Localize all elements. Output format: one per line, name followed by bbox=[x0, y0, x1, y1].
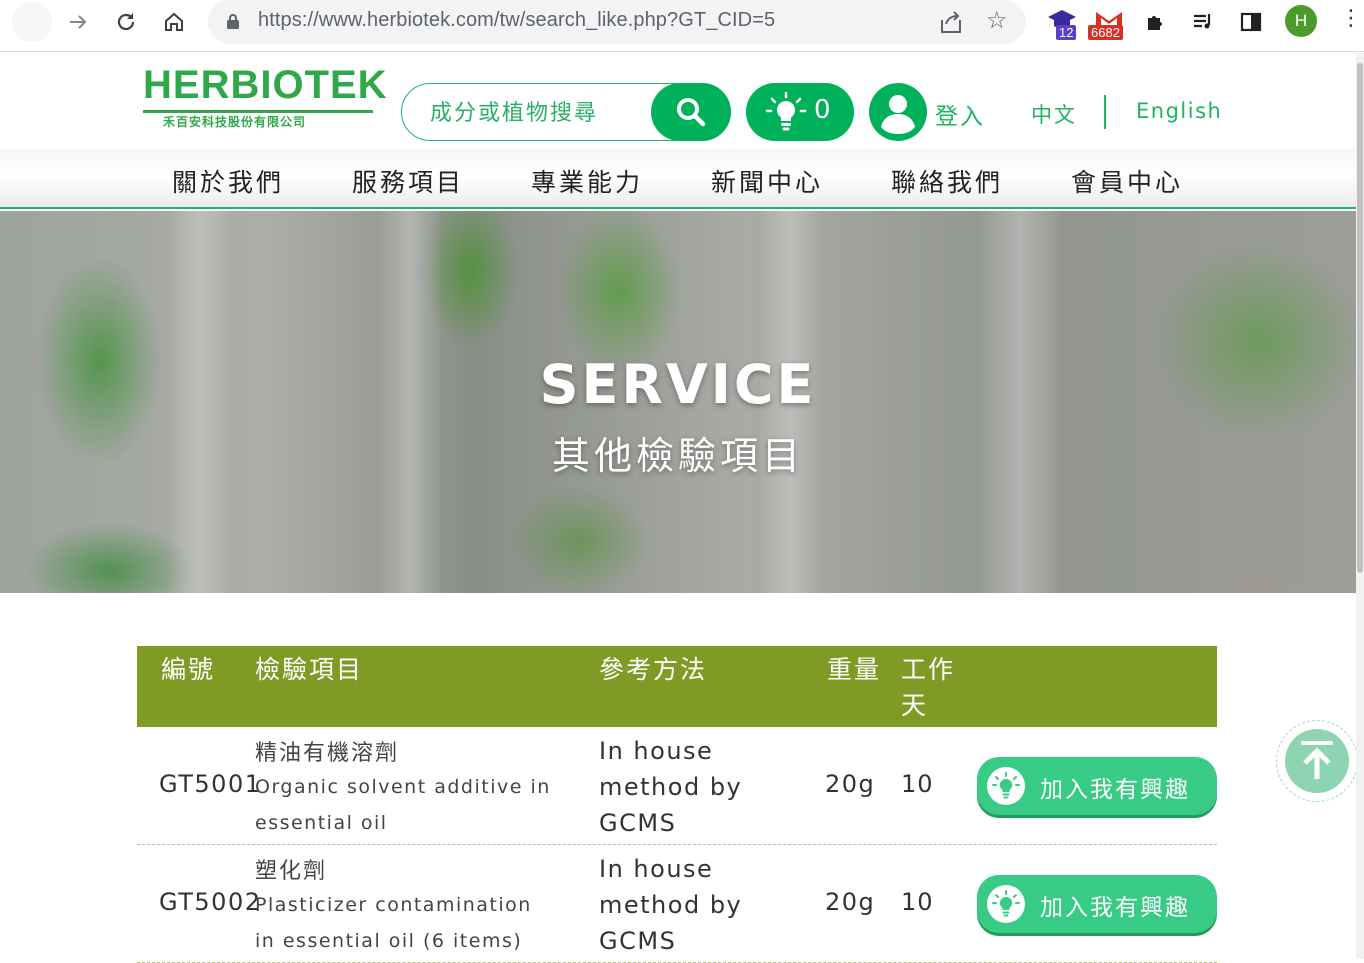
url-text[interactable]: https://www.herbiotek.com/tw/search_like… bbox=[258, 9, 775, 32]
table-header: 編號 檢驗項目 參考方法 重量 工作天 bbox=[137, 646, 1217, 727]
extension-badge: 6682 bbox=[1088, 25, 1123, 40]
item-weight: 20g bbox=[825, 770, 876, 798]
column-header-code: 編號 bbox=[161, 655, 216, 684]
add-interest-label: 加入我有興趣 bbox=[1040, 894, 1190, 920]
forward-button[interactable] bbox=[62, 6, 94, 38]
item-days: 10 bbox=[901, 770, 934, 798]
logo-subtitle: 禾百安科技股份有限公司 bbox=[163, 115, 307, 129]
extension-badge: 12 bbox=[1056, 25, 1077, 40]
item-days: 10 bbox=[901, 888, 934, 916]
table-row: GT5001 精油有機溶劑 Organic solvent additive i… bbox=[137, 727, 1217, 845]
banner-subtitle: 其他檢驗項目 bbox=[551, 434, 804, 478]
column-header-days: 工作天 bbox=[901, 655, 956, 720]
home-button[interactable] bbox=[158, 6, 190, 38]
herbiotek-logo[interactable]: HERBIOTEK 禾百安科技股份有限公司 bbox=[143, 63, 387, 133]
arrow-up-icon bbox=[1285, 729, 1349, 793]
scrollbar-thumb[interactable] bbox=[1357, 63, 1363, 573]
nav-item-news[interactable]: 新聞中心 bbox=[711, 163, 823, 199]
reload-button[interactable] bbox=[110, 6, 142, 38]
language-zh-link[interactable]: 中文 bbox=[1031, 99, 1077, 129]
media-list-icon bbox=[1194, 14, 1211, 29]
search-input[interactable] bbox=[430, 98, 640, 128]
media-button[interactable] bbox=[1187, 6, 1219, 38]
member-button[interactable] bbox=[869, 83, 927, 141]
extensions-button[interactable] bbox=[1140, 6, 1172, 38]
login-link[interactable]: 登入 bbox=[935, 97, 985, 131]
nav-item-services[interactable]: 服務項目 bbox=[352, 163, 464, 199]
back-to-top-button[interactable] bbox=[1276, 720, 1358, 802]
item-method: In house method by GCMS bbox=[599, 855, 743, 955]
address-bar[interactable]: https://www.herbiotek.com/tw/search_like… bbox=[208, 0, 1026, 44]
banner-title: SERVICE bbox=[539, 353, 817, 416]
home-icon bbox=[165, 12, 183, 31]
page-scrollbar[interactable] bbox=[1356, 53, 1364, 959]
site-header: HERBIOTEK 禾百安科技股份有限公司 0 登入 中文 English bbox=[0, 53, 1356, 149]
item-code: GT5001 bbox=[159, 770, 262, 798]
item-name-en: Organic solvent additive in essential oi… bbox=[255, 776, 551, 834]
forward-arrow-icon bbox=[70, 15, 87, 29]
column-header-method: 參考方法 bbox=[599, 655, 708, 684]
more-vert-icon[interactable]: ⋮ bbox=[1340, 6, 1362, 31]
puzzle-icon bbox=[1148, 16, 1162, 30]
add-interest-label: 加入我有興趣 bbox=[1040, 776, 1190, 802]
back-button[interactable] bbox=[12, 2, 52, 42]
browser-toolbar: https://www.herbiotek.com/tw/search_like… bbox=[0, 0, 1364, 52]
user-icon bbox=[881, 95, 915, 134]
table-row: GT5002 塑化劑 Plasticizer contamination in … bbox=[137, 845, 1217, 963]
language-divider bbox=[1104, 95, 1106, 129]
star-icon[interactable]: ☆ bbox=[986, 6, 1008, 34]
share-icon[interactable] bbox=[936, 8, 966, 36]
logo-wordmark: HERBIOTEK bbox=[143, 63, 388, 107]
profile-avatar[interactable]: H bbox=[1285, 5, 1317, 37]
interest-list-button[interactable]: 0 bbox=[746, 83, 854, 141]
lightbulb-icon bbox=[765, 91, 807, 131]
search-button[interactable] bbox=[651, 83, 731, 141]
side-panel-button[interactable] bbox=[1235, 6, 1267, 38]
lightbulb-icon bbox=[987, 767, 1025, 805]
hero-banner: SERVICE 其他檢驗項目 bbox=[0, 211, 1356, 593]
search-form bbox=[401, 83, 731, 141]
column-header-item: 檢驗項目 bbox=[255, 655, 364, 684]
lock-icon bbox=[227, 14, 239, 29]
interest-count: 0 bbox=[814, 95, 831, 125]
language-en-link[interactable]: English bbox=[1136, 99, 1222, 123]
add-interest-button[interactable]: 加入我有興趣 bbox=[977, 757, 1217, 815]
nav-item-expertise[interactable]: 專業能力 bbox=[531, 163, 643, 199]
main-nav: 關於我們 服務項目 專業能力 新聞中心 聯絡我們 會員中心 bbox=[0, 149, 1356, 209]
column-header-weight: 重量 bbox=[827, 655, 882, 684]
nav-item-member[interactable]: 會員中心 bbox=[1071, 163, 1183, 199]
item-method: In house method by GCMS bbox=[599, 737, 743, 837]
nav-item-about[interactable]: 關於我們 bbox=[172, 163, 284, 199]
reload-icon bbox=[117, 13, 135, 31]
side-panel-icon bbox=[1240, 12, 1262, 32]
graduation-cap-extension[interactable]: 12 bbox=[1044, 6, 1084, 42]
item-weight: 20g bbox=[825, 888, 876, 916]
lightbulb-icon bbox=[987, 885, 1025, 923]
item-name-zh: 精油有機溶劑 bbox=[255, 741, 400, 766]
nav-item-contact[interactable]: 聯絡我們 bbox=[891, 163, 1003, 199]
item-code: GT5002 bbox=[159, 888, 262, 916]
gmail-extension[interactable]: 6682 bbox=[1088, 6, 1132, 42]
search-icon bbox=[677, 98, 706, 127]
item-name-en: Plasticizer contamination in essential o… bbox=[255, 894, 532, 952]
add-interest-button[interactable]: 加入我有興趣 bbox=[977, 875, 1217, 933]
item-name-zh: 塑化劑 bbox=[255, 859, 328, 884]
